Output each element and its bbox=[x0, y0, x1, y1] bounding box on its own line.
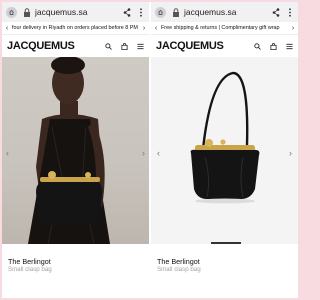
promo-banner: ‹ Free shipping & returns | Complimentar… bbox=[151, 22, 298, 35]
screenshot-stage: jacquemus.sa ‹ four delivery in Riyadh o… bbox=[2, 2, 298, 298]
carousel-indicator bbox=[211, 242, 241, 244]
bag-clasp bbox=[40, 177, 100, 182]
lock-icon bbox=[173, 7, 179, 17]
share-icon[interactable] bbox=[123, 7, 131, 17]
site-header: JACQUEMUS bbox=[151, 35, 298, 57]
browser-url-bar[interactable]: jacquemus.sa bbox=[151, 2, 298, 22]
menu-icon[interactable] bbox=[137, 43, 144, 50]
product-name[interactable]: The Berlingot bbox=[157, 257, 200, 266]
arrow-left-icon[interactable]: ‹ bbox=[157, 148, 160, 158]
brand-logo[interactable]: JACQUEMUS bbox=[156, 40, 254, 52]
url-text[interactable]: jacquemus.sa bbox=[35, 7, 123, 17]
bag-shape bbox=[36, 179, 103, 225]
product-name[interactable]: The Berlingot bbox=[8, 257, 51, 266]
arrow-left-icon[interactable]: ‹ bbox=[6, 148, 9, 158]
more-icon[interactable] bbox=[137, 7, 145, 17]
bag-photo bbox=[190, 71, 260, 204]
promo-banner: ‹ four delivery in Riyadh on orders plac… bbox=[2, 22, 149, 35]
promo-prev-icon[interactable]: ‹ bbox=[151, 25, 161, 32]
arrow-right-icon[interactable]: › bbox=[289, 148, 292, 158]
bag-shape bbox=[190, 149, 260, 199]
promo-text: Free shipping & returns | Complimentary … bbox=[161, 25, 280, 31]
model-photo bbox=[28, 57, 110, 244]
home-icon[interactable] bbox=[155, 6, 166, 18]
search-icon[interactable] bbox=[254, 42, 261, 50]
promo-text: four delivery in Riyadh on orders placed… bbox=[12, 25, 138, 31]
lock-icon bbox=[24, 7, 30, 17]
bag-icon[interactable] bbox=[121, 42, 128, 50]
right-pane: jacquemus.sa ‹ Free shipping & returns |… bbox=[151, 2, 298, 298]
brand-logo[interactable]: JACQUEMUS bbox=[7, 40, 105, 52]
bag-icon[interactable] bbox=[270, 42, 277, 50]
product-subtitle: Small clasp bag bbox=[157, 266, 201, 273]
more-icon[interactable] bbox=[286, 7, 294, 17]
product-image-bag[interactable]: ‹ › bbox=[151, 57, 298, 244]
search-icon[interactable] bbox=[105, 42, 112, 50]
home-icon[interactable] bbox=[6, 6, 17, 18]
arrow-right-icon[interactable]: › bbox=[142, 148, 145, 158]
product-image-model[interactable]: ‹ › bbox=[2, 57, 149, 244]
site-header: JACQUEMUS bbox=[2, 35, 149, 57]
promo-next-icon[interactable]: › bbox=[288, 25, 298, 32]
promo-next-icon[interactable]: › bbox=[139, 25, 149, 32]
share-icon[interactable] bbox=[272, 7, 280, 17]
menu-icon[interactable] bbox=[286, 43, 293, 50]
product-subtitle: Small clasp bag bbox=[8, 266, 52, 273]
browser-url-bar[interactable]: jacquemus.sa bbox=[2, 2, 149, 22]
left-pane: jacquemus.sa ‹ four delivery in Riyadh o… bbox=[2, 2, 149, 298]
url-text[interactable]: jacquemus.sa bbox=[184, 7, 272, 17]
promo-prev-icon[interactable]: ‹ bbox=[2, 25, 12, 32]
